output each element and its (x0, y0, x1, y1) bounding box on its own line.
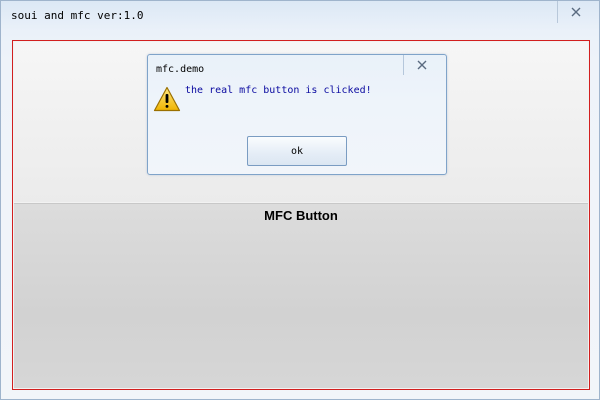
ok-button[interactable]: ok (247, 136, 347, 166)
dialog-message: the real mfc button is clicked! (185, 85, 372, 96)
main-window: soui and mfc ver:1.0 MFC Button mfc.demo (0, 0, 600, 400)
window-close-button[interactable] (557, 1, 594, 23)
window-title: soui and mfc ver:1.0 (11, 9, 144, 22)
mfc-button-label: MFC Button (264, 208, 338, 223)
dialog-close-button[interactable] (403, 55, 440, 75)
close-icon (417, 60, 427, 70)
title-bar[interactable]: soui and mfc ver:1.0 (1, 1, 599, 31)
close-icon (571, 7, 581, 17)
message-dialog: mfc.demo the real mfc button is clicked!… (147, 54, 447, 175)
ok-button-label: ok (290, 145, 304, 157)
dialog-title: mfc.demo (156, 64, 205, 75)
mfc-button[interactable]: MFC Button (14, 203, 588, 388)
warning-icon (153, 86, 181, 112)
